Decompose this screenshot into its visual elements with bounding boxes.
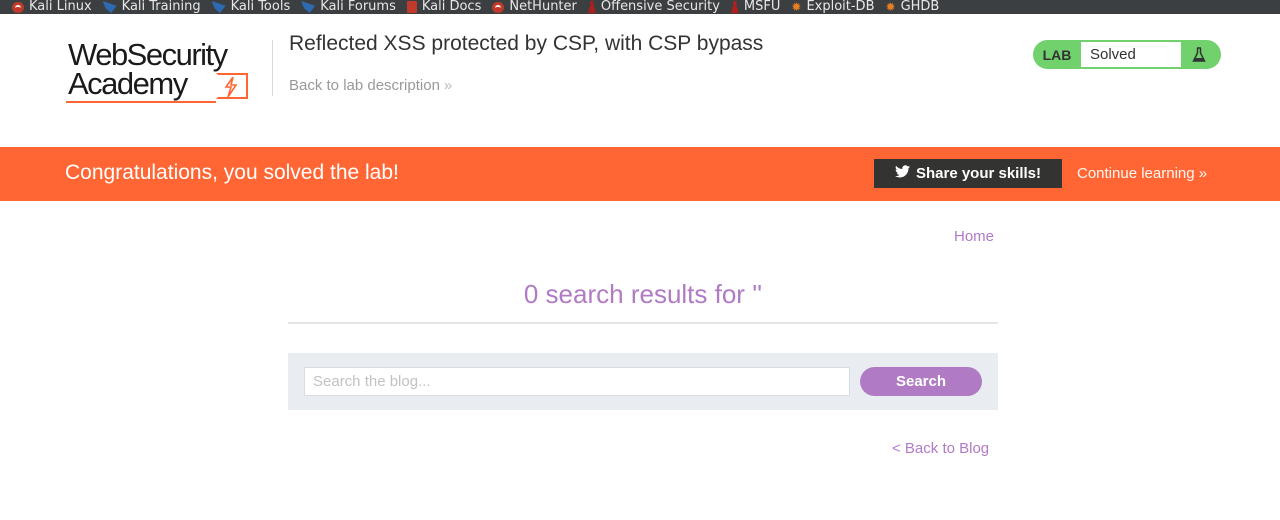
flask-icon xyxy=(1181,46,1217,63)
bookmark-label: Kali Forums xyxy=(320,0,396,14)
offsec-icon xyxy=(730,1,739,13)
twitter-icon xyxy=(894,165,910,182)
bookmark-label: MSFU xyxy=(743,0,781,14)
spider-icon: ✹ xyxy=(791,0,802,14)
bookmark-kali-training[interactable]: Kali Training xyxy=(102,0,201,14)
lab-status-text: Solved xyxy=(1081,42,1181,67)
kali-dragon-icon xyxy=(12,1,24,13)
results-divider xyxy=(288,322,998,324)
back-to-lab-description-link[interactable]: Back to lab description» xyxy=(289,77,452,94)
kali-dragon-icon xyxy=(211,1,226,13)
logo-underline xyxy=(66,101,216,103)
bookmark-kali-forums[interactable]: Kali Forums xyxy=(301,0,396,14)
bookmark-label: Exploit-DB xyxy=(806,0,875,14)
double-chevron-right-icon: » xyxy=(1198,165,1208,182)
doc-icon xyxy=(406,1,417,13)
congratulations-message: Congratulations, you solved the lab! xyxy=(65,161,399,184)
kali-dragon-icon xyxy=(492,1,505,13)
lightning-icon xyxy=(216,73,248,99)
bookmark-kali-tools[interactable]: Kali Tools xyxy=(211,0,291,14)
bookmarks-bar: Kali Linux Kali Training Kali Tools Kali… xyxy=(0,0,1280,14)
search-results-title: 0 search results for '' xyxy=(523,279,763,309)
search-panel: Search xyxy=(288,353,998,410)
back-to-lab-description-label: Back to lab description xyxy=(289,77,440,94)
lab-badge-label: LAB xyxy=(1042,46,1072,63)
bookmark-label: Kali Docs xyxy=(421,0,482,14)
bookmark-label: Kali Linux xyxy=(29,0,92,14)
continue-learning-link[interactable]: Continue learning » xyxy=(1077,165,1207,182)
header-divider xyxy=(272,40,273,96)
solved-banner: Congratulations, you solved the lab! Sha… xyxy=(0,147,1280,201)
lab-status-badge: LAB Solved xyxy=(1033,40,1221,69)
bookmark-exploit-db[interactable]: ✹ Exploit-DB xyxy=(791,0,874,14)
kali-dragon-icon xyxy=(102,1,117,13)
bookmark-label: Kali Tools xyxy=(230,0,291,14)
bookmark-label: Kali Training xyxy=(121,0,201,14)
search-button[interactable]: Search xyxy=(860,367,982,396)
bookmark-msfu[interactable]: MSFU xyxy=(730,0,781,14)
bookmark-kali-docs[interactable]: Kali Docs xyxy=(406,0,482,14)
spider-icon: ✹ xyxy=(885,0,896,14)
continue-learning-label: Continue learning xyxy=(1077,165,1195,182)
bookmark-nethunter[interactable]: NetHunter xyxy=(492,0,577,14)
web-security-academy-logo[interactable]: WebSecurity Academy xyxy=(66,38,272,118)
bookmark-kali-linux[interactable]: Kali Linux xyxy=(12,0,92,14)
lab-title: Reflected XSS protected by CSP, with CSP… xyxy=(289,32,764,55)
home-link[interactable]: Home xyxy=(954,228,994,245)
share-skills-button[interactable]: Share your skills! xyxy=(874,159,1062,188)
share-skills-label: Share your skills! xyxy=(915,165,1042,182)
lab-header: WebSecurity Academy Reflected XSS protec… xyxy=(0,14,1280,147)
back-to-blog-link[interactable]: < Back to Blog xyxy=(892,440,989,457)
bookmark-label: GHDB xyxy=(900,0,940,14)
bookmark-label: NetHunter xyxy=(509,0,577,14)
offsec-icon xyxy=(587,1,596,13)
kali-dragon-icon xyxy=(301,1,316,13)
logo-line-2: Academy xyxy=(68,66,188,101)
bookmark-label: Offensive Security xyxy=(600,0,720,14)
search-input[interactable] xyxy=(304,367,850,396)
bookmark-offensive-security[interactable]: Offensive Security xyxy=(587,0,720,14)
double-chevron-right-icon: » xyxy=(443,77,453,94)
bookmark-ghdb[interactable]: ✹ GHDB xyxy=(886,0,940,14)
